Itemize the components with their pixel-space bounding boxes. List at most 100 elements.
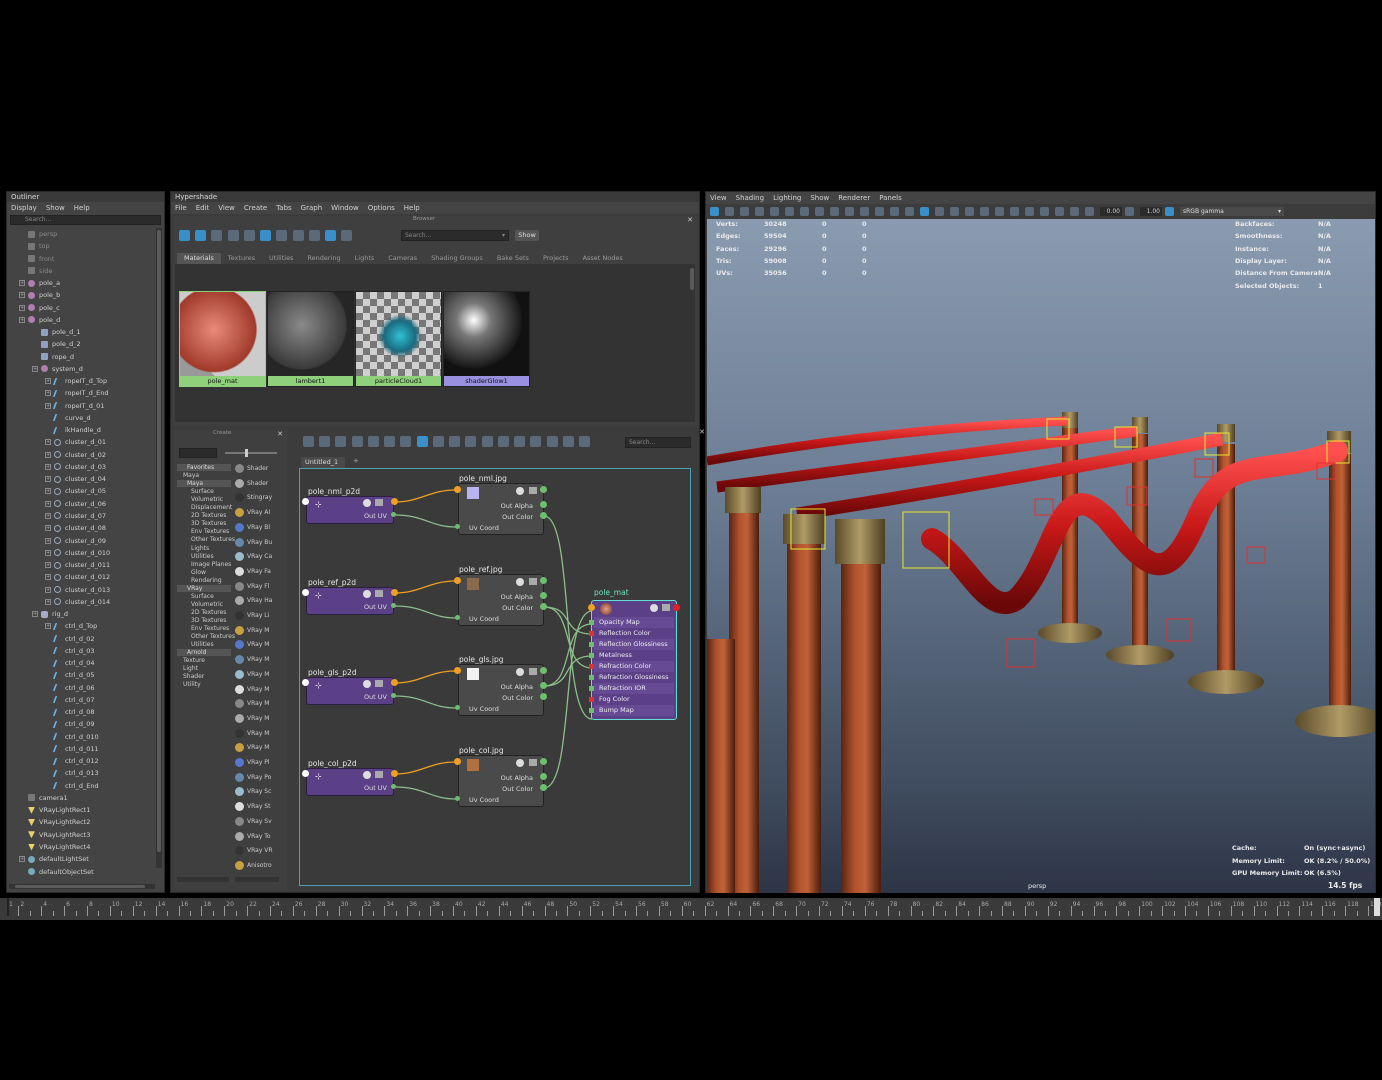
full-view-icon[interactable] (465, 436, 477, 447)
outliner-item[interactable]: +top (19, 240, 50, 252)
material-attr-row[interactable]: Metalness (594, 650, 674, 661)
file-out-port[interactable] (540, 486, 547, 493)
node-attr-icon[interactable] (529, 759, 537, 766)
create-node-item[interactable]: VRay Pl (235, 758, 270, 770)
camera-attributes-icon[interactable] (725, 206, 734, 216)
material-swatch-particleCloud1[interactable]: particleCloud1 (355, 291, 442, 387)
expand-toggle-icon[interactable]: + (45, 549, 51, 556)
expand-toggle-icon[interactable]: + (19, 280, 25, 287)
hypershade-menu-create[interactable]: Create (244, 202, 267, 214)
create-node-item[interactable]: VRay St (235, 802, 270, 814)
file-outcolor-port[interactable] (540, 693, 547, 700)
hypershade-menu-options[interactable]: Options (368, 202, 395, 214)
outliner-item[interactable]: + ctrl_d_Top (45, 620, 97, 632)
tab-rendering[interactable]: Rendering (300, 253, 347, 264)
viewport-menu-view[interactable]: View (710, 192, 727, 204)
connection-wire[interactable] (543, 606, 593, 635)
p2d-out-port[interactable] (391, 498, 398, 505)
outliner-item[interactable]: +rope_d (32, 351, 74, 363)
file-out-port[interactable] (540, 667, 547, 674)
expand-toggle-icon[interactable]: + (45, 586, 51, 593)
expand-toggle-icon[interactable]: + (45, 402, 51, 409)
create-category-surface[interactable]: Surface (191, 488, 214, 495)
create-node-item[interactable]: VRay M (235, 743, 269, 755)
xray-joints-icon[interactable] (1055, 206, 1064, 216)
p2d-out-port[interactable] (391, 770, 398, 777)
material-output-port[interactable] (673, 604, 680, 611)
expand-toggle-icon[interactable]: + (45, 512, 51, 519)
viewport-menu-show[interactable]: Show (810, 192, 829, 204)
attribute-icon[interactable] (578, 436, 590, 447)
outliner-item[interactable]: + ropeIT_d_01 (45, 400, 104, 412)
create-node-item[interactable]: VRay Bu (235, 537, 272, 550)
ambient-occlusion-icon[interactable] (965, 206, 974, 216)
exposure-field[interactable]: 0.00 (1100, 206, 1122, 216)
file-texture-node[interactable]: Out Alpha Out Color Uv Coord (458, 574, 544, 626)
hypershade-menu-file[interactable]: File (175, 202, 187, 214)
file-input-port[interactable] (454, 758, 461, 765)
material-swatch-pole_mat[interactable]: pole_mat (179, 291, 266, 387)
output-connections-icon[interactable] (335, 436, 347, 447)
safe-title-icon[interactable] (860, 206, 869, 216)
outliner-item[interactable]: + cluster_d_010 (45, 547, 110, 559)
create-category-image-planes[interactable]: Image Planes (191, 561, 231, 568)
hypershade-menu-view[interactable]: View (218, 202, 235, 214)
node-mode-icon[interactable] (363, 499, 371, 507)
p2d-outuv-port[interactable] (391, 693, 396, 698)
input-connections-icon[interactable] (303, 436, 314, 447)
find-icon[interactable] (497, 436, 509, 447)
create-node-item[interactable]: VRay Fa (235, 566, 271, 579)
create-node-item[interactable]: VRay Po (235, 772, 271, 785)
outliner-item[interactable]: + cluster_d_07 (45, 510, 106, 522)
expand-toggle-icon[interactable]: + (19, 292, 25, 299)
outliner-search-input[interactable]: Search... (10, 215, 161, 225)
shadows-icon[interactable] (950, 206, 959, 216)
p2d-outuv-port[interactable] (391, 512, 396, 517)
gamma-field[interactable]: 1.00 (1140, 206, 1162, 216)
file-uv-port[interactable] (455, 615, 460, 620)
p2d-input-port[interactable] (302, 498, 309, 505)
outliner-item[interactable]: +VRayLightRect2 (19, 816, 90, 828)
create-category-2d-textures[interactable]: 2D Textures (191, 609, 226, 616)
material-attr-row[interactable]: Refraction Glossiness (594, 672, 674, 683)
expand-toggle-icon[interactable]: + (45, 562, 51, 569)
outliner-item[interactable]: + rig_d (32, 608, 68, 620)
material-input-port-main[interactable] (588, 604, 595, 611)
node-mode-icon[interactable] (516, 668, 524, 676)
image-plane-icon[interactable] (755, 206, 764, 216)
material-attr-row[interactable]: Reflection Glossiness (594, 639, 674, 650)
depth-of-field-icon[interactable] (1010, 206, 1019, 216)
create-node-item[interactable]: VRay Ca (235, 552, 272, 564)
layout-icon[interactable] (416, 436, 428, 447)
p2d-input-port[interactable] (302, 589, 309, 596)
material-input-port[interactable] (589, 631, 594, 636)
expand-toggle-icon[interactable]: + (32, 365, 38, 372)
frame-icon[interactable] (243, 230, 255, 241)
xray-components-icon[interactable] (1070, 206, 1079, 216)
outliner-item[interactable]: + cluster_d_06 (45, 498, 106, 510)
place2d-node[interactable]: ⊹ Out UV (306, 587, 394, 615)
create-search-input[interactable] (179, 448, 217, 458)
outliner-item[interactable]: + ropeIT_d_Top (45, 375, 107, 387)
outliner-item[interactable]: + cluster_d_012 (45, 571, 110, 583)
rearrange-icon[interactable] (384, 436, 396, 447)
file-uv-port[interactable] (455, 705, 460, 710)
material-attr-row[interactable]: Opacity Map (594, 617, 674, 628)
create-node-item[interactable]: Anisotro (235, 860, 272, 873)
color-management-icon[interactable] (1165, 206, 1174, 216)
outliner-item[interactable]: + cluster_d_04 (45, 473, 106, 485)
arrow-icon[interactable] (211, 230, 223, 241)
create-category-utility[interactable]: Utility (183, 681, 201, 688)
field-chart-icon[interactable] (830, 206, 839, 216)
viewport-3d-scene[interactable]: Verts: 30248 0 0 Edges: 59504 0 0 Faces: 29296 0 0 T… (707, 219, 1375, 893)
create-node-item[interactable]: VRay Bl (235, 522, 270, 535)
outliner-item[interactable]: +VRayLightRect3 (19, 829, 90, 841)
expand-toggle-icon[interactable]: + (19, 316, 25, 323)
grid-icon[interactable] (227, 230, 239, 241)
create-node-item[interactable]: VRay M (235, 699, 269, 711)
create-category-texture[interactable]: Texture (183, 657, 205, 664)
outliner-item[interactable]: +ctrl_d_End (45, 780, 99, 792)
material-input-port[interactable] (589, 686, 594, 691)
create-node-item[interactable]: VRay M (235, 728, 269, 741)
create-category-rendering[interactable]: Rendering (191, 577, 222, 584)
